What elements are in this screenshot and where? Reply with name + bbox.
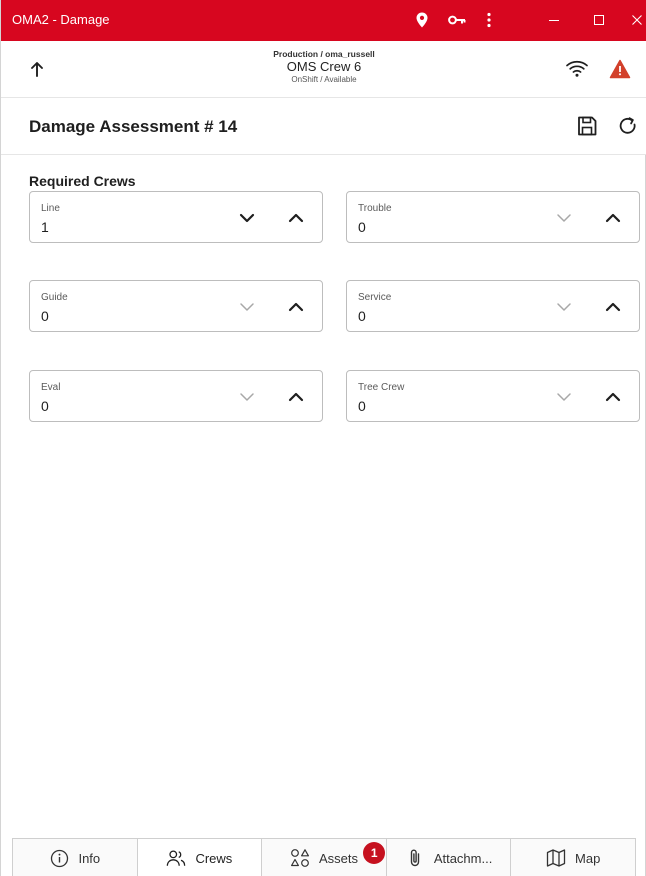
- paperclip-icon: [405, 848, 425, 868]
- chevron-up-icon[interactable]: [601, 385, 625, 409]
- section-title: Required Crews: [29, 173, 136, 189]
- refresh-icon[interactable]: [617, 115, 641, 139]
- chevron-up-icon[interactable]: [601, 295, 625, 319]
- eval-stepper[interactable]: Eval 0: [29, 370, 323, 422]
- tab-label: Map: [575, 850, 601, 866]
- line-stepper[interactable]: Line 1: [29, 191, 323, 243]
- bottom-tab-bar: Info Crews Assets 1 Attachm... Map: [12, 838, 636, 876]
- window-title: OMA2 - Damage: [12, 12, 110, 27]
- chevron-down-icon[interactable]: [552, 295, 576, 319]
- tab-label: Crews: [195, 850, 233, 866]
- page-title-bar: Damage Assessment # 14: [1, 98, 646, 155]
- app-window: OMA2 - Damage Production / oma_russell O…: [0, 0, 646, 876]
- save-icon[interactable]: [575, 114, 599, 138]
- people-icon: [166, 848, 186, 868]
- chevron-down-icon[interactable]: [552, 206, 576, 230]
- map-icon: [546, 848, 566, 868]
- stepper-value[interactable]: 0: [358, 219, 366, 235]
- stepper-label: Trouble: [358, 203, 392, 214]
- trouble-stepper[interactable]: Trouble 0: [346, 191, 640, 243]
- crew-name: OMS Crew 6: [286, 59, 362, 74]
- crew-status: OnShift / Available: [291, 75, 357, 84]
- chevron-up-icon[interactable]: [284, 206, 308, 230]
- close-icon[interactable]: [625, 8, 646, 32]
- page-title: Damage Assessment # 14: [29, 117, 238, 136]
- crew-info: Production / oma_russell OMS Crew 6 OnSh…: [201, 49, 447, 85]
- wifi-icon[interactable]: [564, 56, 590, 80]
- stepper-value[interactable]: 0: [41, 398, 49, 414]
- chevron-down-icon[interactable]: [235, 295, 259, 319]
- chevron-down-icon[interactable]: [235, 206, 259, 230]
- guide-stepper[interactable]: Guide 0: [29, 280, 323, 332]
- info-icon: [49, 848, 69, 868]
- assets-count-badge: 1: [363, 842, 386, 864]
- tab-attachments[interactable]: Attachm...: [386, 839, 512, 876]
- stepper-label: Service: [358, 292, 392, 303]
- chevron-up-icon[interactable]: [284, 385, 308, 409]
- stepper-value[interactable]: 1: [41, 219, 49, 235]
- stepper-value[interactable]: 0: [358, 398, 366, 414]
- chevron-down-icon[interactable]: [552, 385, 576, 409]
- stepper-label: Guide: [41, 292, 68, 303]
- tree-crew-stepper[interactable]: Tree Crew 0: [346, 370, 640, 422]
- chevron-up-icon[interactable]: [284, 295, 308, 319]
- back-arrow-icon[interactable]: [23, 55, 51, 83]
- chevron-up-icon[interactable]: [601, 206, 625, 230]
- environment-label: Production / oma_russell: [273, 49, 375, 59]
- maximize-icon[interactable]: [587, 8, 611, 32]
- app-header: Production / oma_russell OMS Crew 6 OnSh…: [1, 41, 646, 98]
- tab-label: Assets: [318, 850, 358, 866]
- stepper-value[interactable]: 0: [41, 308, 49, 324]
- tab-label: Info: [78, 850, 101, 866]
- tab-map[interactable]: Map: [511, 839, 636, 876]
- tab-crews[interactable]: Crews: [137, 839, 263, 876]
- service-stepper[interactable]: Service 0: [346, 280, 640, 332]
- more-vertical-icon[interactable]: [477, 8, 501, 32]
- warning-icon[interactable]: [609, 58, 631, 80]
- title-bar: OMA2 - Damage: [1, 0, 646, 41]
- stepper-label: Line: [41, 203, 60, 214]
- stepper-label: Tree Crew: [358, 382, 405, 393]
- key-icon[interactable]: [445, 8, 469, 32]
- stepper-value[interactable]: 0: [358, 308, 366, 324]
- tab-label: Attachm...: [433, 850, 493, 866]
- chevron-down-icon[interactable]: [235, 385, 259, 409]
- tab-info[interactable]: Info: [12, 839, 138, 876]
- stepper-label: Eval: [41, 382, 61, 393]
- shapes-icon: [290, 848, 310, 868]
- tab-assets[interactable]: Assets 1: [262, 839, 387, 876]
- location-pin-icon[interactable]: [410, 8, 434, 32]
- minimize-icon[interactable]: [542, 8, 566, 32]
